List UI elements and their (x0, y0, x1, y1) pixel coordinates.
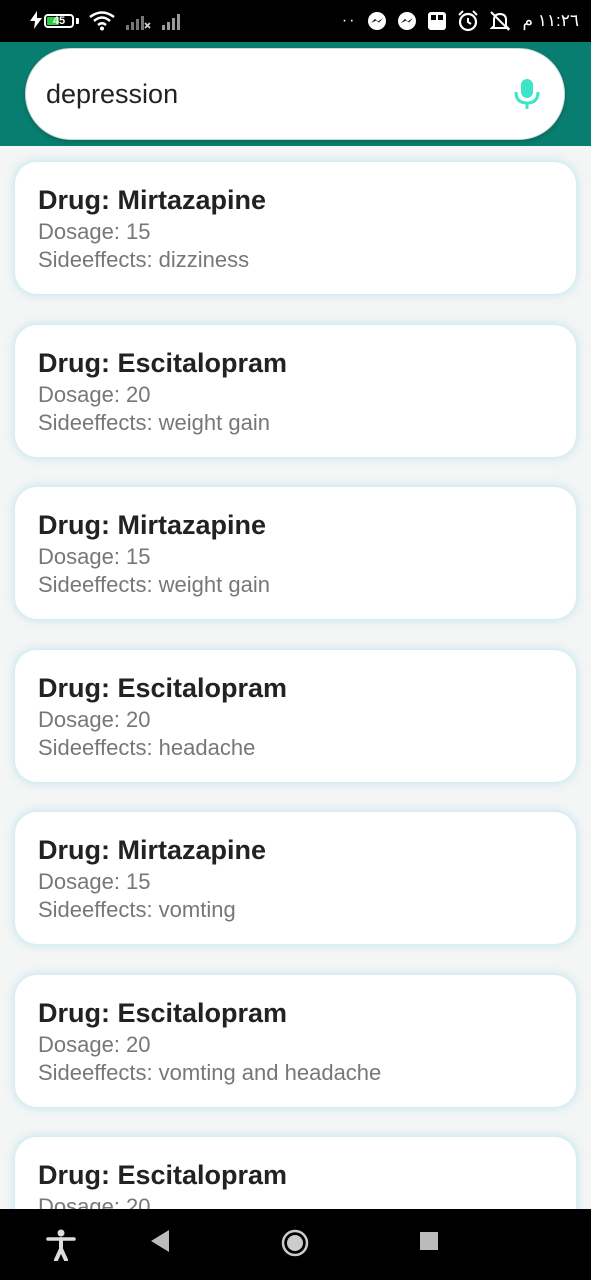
sideeffects: Sideeffects: weight gain (38, 410, 270, 435)
drug-name: Drug: Mirtazapine (38, 835, 267, 865)
battery-level: 45 (52, 15, 66, 27)
result-card[interactable]: Drug: Escitalopram Dosage: 20 Sideeffect… (15, 975, 576, 1107)
dosage: Dosage: 20 (38, 382, 151, 407)
navigation-bar (0, 1209, 591, 1280)
result-card[interactable]: Drug: Mirtazapine Dosage: 15 Sideeffects… (15, 162, 576, 294)
sideeffects: Sideeffects: vomting (38, 897, 236, 922)
status-bar: 45 ·· ١١:٢٦ م (0, 0, 591, 42)
drug-name: Drug: Mirtazapine (38, 510, 267, 540)
result-card[interactable]: Drug: Escitalopram Dosage: 20 (15, 1137, 576, 1209)
sideeffects: Sideeffects: dizziness (38, 247, 250, 272)
signal-icon-2 (161, 12, 185, 30)
search-bar[interactable] (25, 48, 565, 140)
wifi-icon (89, 11, 115, 31)
app-header (0, 42, 591, 146)
result-card[interactable]: Drug: Escitalopram Dosage: 20 Sideeffect… (15, 650, 576, 782)
messenger-icon (367, 11, 387, 31)
app-icon (427, 11, 447, 31)
sideeffects: Sideeffects: weight gain (38, 572, 270, 597)
result-card[interactable]: Drug: Escitalopram Dosage: 20 Sideeffect… (15, 325, 576, 457)
home-icon[interactable] (281, 1229, 309, 1257)
recents-icon[interactable] (419, 1229, 439, 1253)
search-input[interactable] (44, 77, 514, 111)
alarm-icon (457, 10, 479, 32)
back-icon[interactable] (149, 1229, 171, 1253)
dosage: Dosage: 20 (38, 1032, 151, 1057)
clock: ١١:٢٦ م (522, 11, 580, 30)
drug-name: Drug: Escitalopram (38, 348, 288, 378)
battery-icon: 45 (44, 14, 74, 28)
dosage: Dosage: 20 (38, 707, 151, 732)
mute-icon (489, 10, 511, 32)
sideeffects: Sideeffects: vomting and headache (38, 1060, 382, 1085)
messenger-icon (397, 11, 417, 31)
dosage: Dosage: 15 (38, 869, 151, 894)
result-card[interactable]: Drug: Mirtazapine Dosage: 15 Sideeffects… (15, 487, 576, 619)
drug-name: Drug: Escitalopram (38, 1160, 288, 1190)
results-list[interactable]: Drug: Mirtazapine Dosage: 15 Sideeffects… (0, 146, 591, 1209)
battery-indicator: 45 (30, 10, 79, 32)
drug-name: Drug: Mirtazapine (38, 185, 267, 215)
drug-name: Drug: Escitalopram (38, 673, 288, 703)
more-dots-icon: ·· (341, 12, 357, 29)
dosage: Dosage: 15 (38, 544, 151, 569)
charging-icon (30, 10, 42, 32)
signal-icon-1 (125, 12, 151, 30)
dosage: Dosage: 20 (38, 1194, 151, 1209)
drug-name: Drug: Escitalopram (38, 998, 288, 1028)
sideeffects: Sideeffects: headache (38, 735, 256, 760)
microphone-icon[interactable] (514, 78, 540, 110)
accessibility-icon[interactable] (46, 1229, 76, 1261)
dosage: Dosage: 15 (38, 219, 151, 244)
result-card[interactable]: Drug: Mirtazapine Dosage: 15 Sideeffects… (15, 812, 576, 944)
